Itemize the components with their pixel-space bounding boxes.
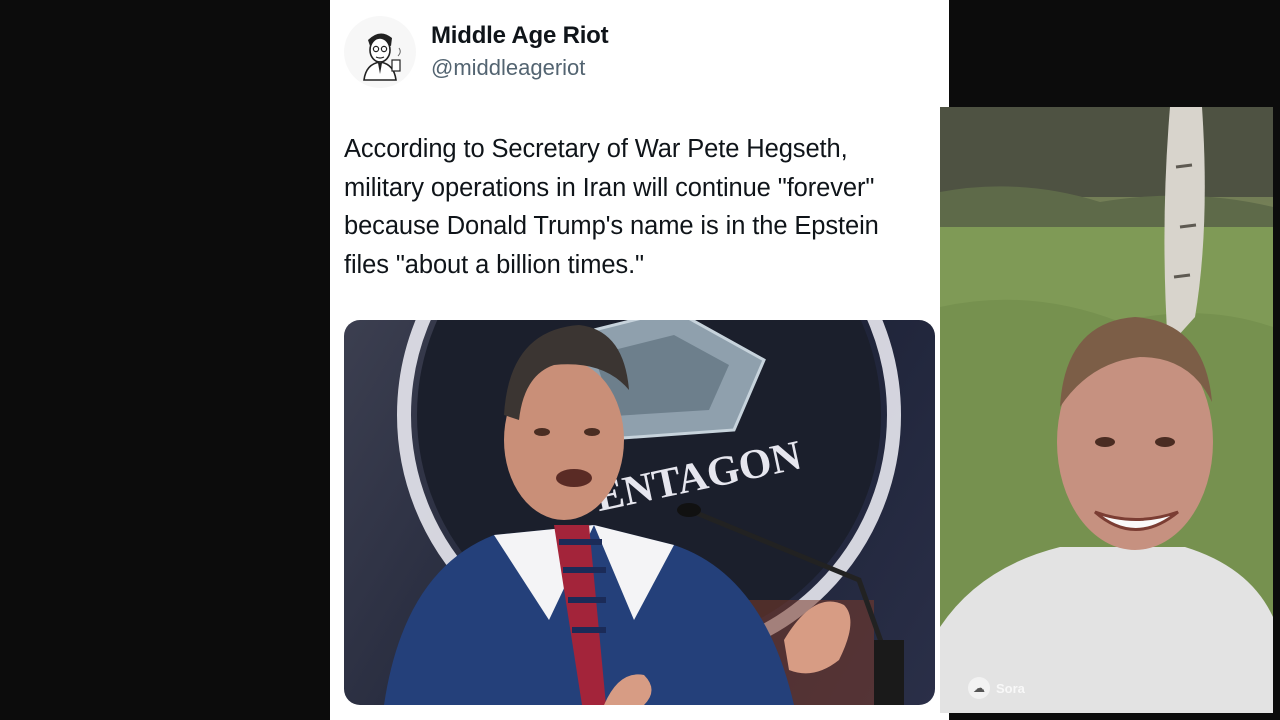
tweet-card: Middle Age Riot @middleageriot According… bbox=[330, 0, 949, 720]
watermark-label: Sora bbox=[996, 680, 1025, 696]
retro-man-cartoon-avatar-icon bbox=[363, 33, 401, 81]
tweet-media-photo[interactable]: ENTAGON bbox=[344, 320, 935, 705]
tweet-text: According to Secretary of War Pete Hegse… bbox=[344, 135, 879, 279]
smiling-man-in-field-image bbox=[940, 107, 1273, 713]
press-briefing-photo: ENTAGON bbox=[384, 320, 904, 705]
author-display-name[interactable]: Middle Age Riot bbox=[431, 22, 609, 50]
author-avatar[interactable] bbox=[344, 16, 416, 88]
sora-cloud-icon: ☁ bbox=[968, 677, 990, 699]
author-handle[interactable]: @middleageriot bbox=[431, 55, 585, 81]
overlay-video-frame[interactable]: ☁ Sora bbox=[940, 107, 1273, 713]
sora-watermark: ☁ Sora bbox=[968, 677, 1025, 699]
